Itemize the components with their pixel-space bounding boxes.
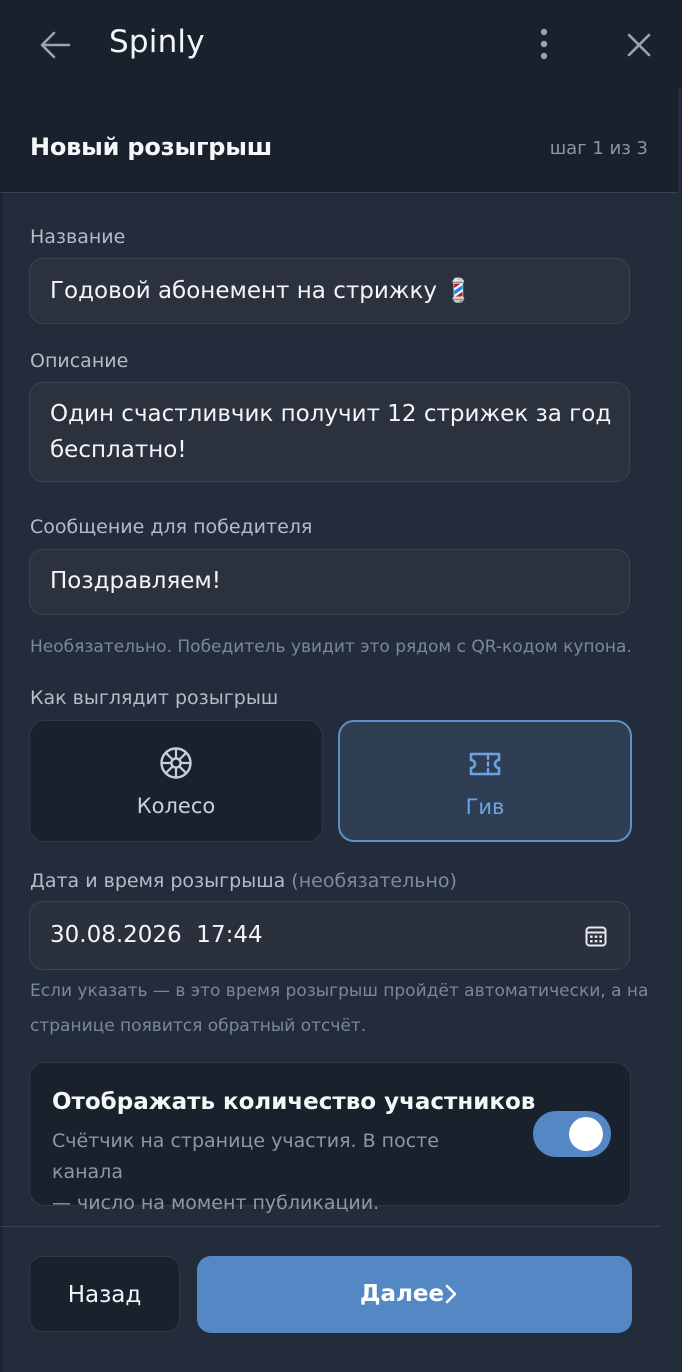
datetime-input[interactable]: 30.08.2026 17:44 <box>29 901 630 970</box>
participants-count-desc-line-1: Счётчик на странице участия. В посте кан… <box>52 1130 439 1183</box>
page-title: Новый розыгрыш <box>30 133 273 161</box>
datetime-label-optional: (необязательно) <box>291 870 457 892</box>
next-button-label: Далее <box>360 1281 445 1307</box>
description-label: Описание <box>30 350 129 372</box>
participants-count-toggle[interactable] <box>533 1111 611 1157</box>
appearance-option-giveaway[interactable]: Гив <box>338 720 632 842</box>
description-line-1: Один счастливчик получит 12 стрижек за г… <box>50 401 612 427</box>
more-vertical-icon[interactable] <box>528 26 560 62</box>
back-button[interactable]: Назад <box>29 1256 180 1332</box>
participants-count-title: Отображать количество участников <box>52 1089 536 1115</box>
datetime-hint-line-1: Если указать — в это время розыгрыш прой… <box>30 981 649 1001</box>
datetime-hint-line-2: странице появится обратный отсчёт. <box>30 1016 367 1036</box>
toggle-knob <box>569 1117 603 1151</box>
app-title: Spinly <box>109 24 205 60</box>
winner-message-label: Сообщение для победителя <box>30 516 313 538</box>
name-label: Название <box>30 226 126 248</box>
top-bar: Spinly <box>0 0 682 88</box>
description-textarea[interactable]: Один счастливчик получит 12 стрижек за г… <box>29 382 630 482</box>
winner-message-value: Поздравляем! <box>50 568 222 594</box>
step-indicator: шаг 1 из 3 <box>549 138 648 159</box>
calendar-icon[interactable] <box>584 924 608 948</box>
left-edge-line <box>0 88 2 1372</box>
winner-message-hint: Необязательно. Победитель увидит это ряд… <box>30 637 632 657</box>
footer-divider <box>0 1226 660 1227</box>
participants-count-desc-line-2: — число на момент публикации. <box>52 1192 380 1214</box>
chevron-right-icon <box>445 1284 457 1304</box>
datetime-value: 30.08.2026 17:44 <box>50 922 263 948</box>
ticket-icon <box>469 752 501 776</box>
wheel-icon <box>160 747 192 779</box>
appearance-label: Как выглядит розыгрыш <box>30 687 279 709</box>
description-line-2: бесплатно! <box>50 437 187 463</box>
back-arrow-icon[interactable] <box>38 28 72 62</box>
name-input-value: Годовой абонемент на стрижку 💈 <box>50 278 473 304</box>
page-header: Новый розыгрыш шаг 1 из 3 <box>0 88 678 193</box>
appearance-option-wheel[interactable]: Колесо <box>29 720 323 842</box>
name-input[interactable]: Годовой абонемент на стрижку 💈 <box>29 258 630 324</box>
datetime-label: Дата и время розыгрыша (необязательно) <box>30 870 457 892</box>
datetime-label-text: Дата и время розыгрыша <box>30 870 286 892</box>
winner-message-input[interactable]: Поздравляем! <box>29 549 630 615</box>
participants-count-card: Отображать количество участников Счётчик… <box>29 1062 631 1214</box>
participants-count-description: Счётчик на странице участия. В посте кан… <box>52 1126 502 1219</box>
close-icon[interactable] <box>624 30 654 60</box>
appearance-option-wheel-label: Колесо <box>136 794 216 818</box>
next-button[interactable]: Далее <box>197 1256 632 1333</box>
appearance-option-giveaway-label: Гив <box>465 795 505 819</box>
